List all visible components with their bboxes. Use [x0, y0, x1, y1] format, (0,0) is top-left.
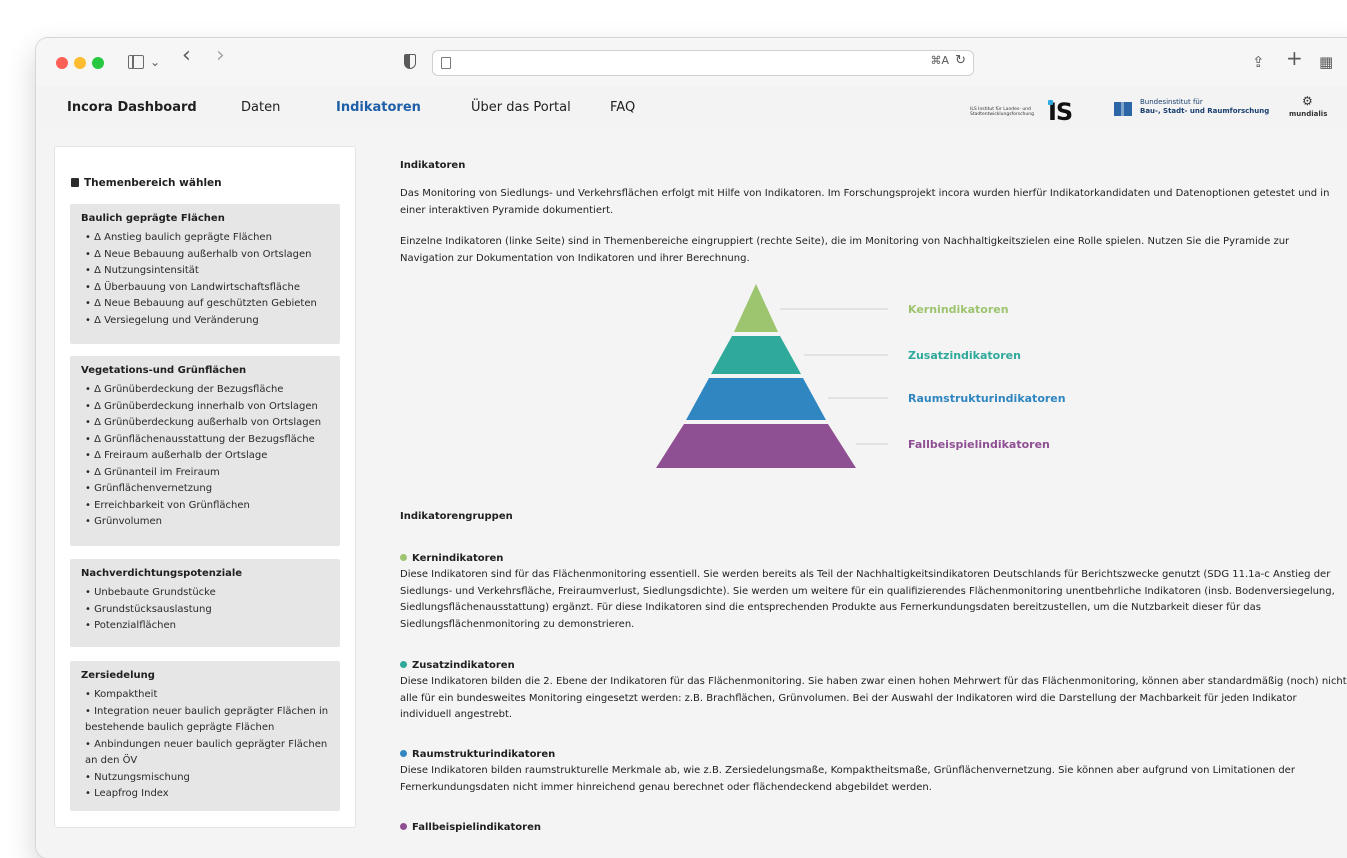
bbsr-logo-text: Bundesinstitut für Bau-, Stadt- und Raum… — [1140, 98, 1269, 116]
theme-group-nachverdichtung: Nachverdichtungspotenziale Unbebaute Gru… — [70, 559, 340, 647]
mundialis-logo-text: mundialis — [1289, 110, 1328, 118]
brand-link[interactable]: Incora Dashboard — [67, 100, 197, 115]
bbsr-line2: Bau-, Stadt- und Raumforschung — [1140, 107, 1270, 115]
group-title-zusatz: Zusatzindikatoren — [400, 660, 515, 671]
svg-text:Raumstrukturindikatoren: Raumstrukturindikatoren — [908, 392, 1066, 405]
group-title-text: Zusatzindikatoren — [412, 660, 515, 671]
indicator-link[interactable]: Δ Versiegelung und Veränderung — [85, 313, 340, 330]
reload-icon[interactable]: ↻ — [955, 53, 966, 68]
status-dot — [400, 750, 407, 757]
indicator-link[interactable]: Potenzialflächen — [85, 618, 340, 635]
pyramid-level-kern[interactable]: Kernindikatoren — [734, 284, 1009, 332]
indicator-link[interactable]: Δ Überbauung von Landwirtschaftsfläche — [85, 280, 340, 297]
svg-text:Fallbeispielindikatoren: Fallbeispielindikatoren — [908, 438, 1050, 451]
indicator-link[interactable]: Δ Anstieg baulich geprägte Flächen — [85, 230, 340, 247]
indicator-link[interactable]: Δ Grünüberdeckung innerhalb von Ortslage… — [85, 399, 340, 416]
group-description-zusatz: Diese Indikatoren bilden die 2. Ebene de… — [400, 676, 1347, 720]
theme-group-title[interactable]: Zersiedelung — [70, 661, 340, 681]
group-description-raumstruktur: Diese Indikatoren bilden raumstrukturell… — [400, 765, 1295, 793]
close-window-button[interactable] — [56, 57, 68, 69]
page-content: Themenbereich wählen Baulich geprägte Fl… — [36, 130, 1347, 858]
group-title-kern: Kernindikatoren — [400, 553, 503, 564]
shield-icon[interactable] — [404, 54, 416, 69]
indicator-groups-heading: Indikatorengruppen — [400, 511, 513, 522]
theme-group-baulich: Baulich geprägte Flächen Δ Anstieg bauli… — [70, 204, 340, 344]
group-title-text: Kernindikatoren — [412, 553, 504, 564]
svg-text:Kernindikatoren: Kernindikatoren — [908, 303, 1009, 316]
theme-group-gruenflaechen: Vegetations-und Grünflächen Δ Grünüberde… — [70, 356, 340, 546]
theme-sidebar: Themenbereich wählen Baulich geprägte Fl… — [54, 146, 356, 828]
bbsr-line1: Bundesinstitut für — [1140, 98, 1203, 106]
intro-paragraph: Das Monitoring von Siedlungs- und Verkeh… — [400, 188, 1330, 216]
indicator-link[interactable]: Anbindungen neuer baulich geprägter Fläc… — [70, 737, 330, 770]
zoom-window-button[interactable] — [92, 57, 104, 69]
indicator-link[interactable]: Erreichbarkeit von Grünflächen — [85, 498, 340, 515]
nav-faq[interactable]: FAQ — [610, 100, 635, 115]
indicator-link[interactable]: Grünflächenvernetzung — [85, 481, 340, 498]
indicator-link[interactable]: Integration neuer baulich geprägter Fläc… — [70, 704, 330, 737]
group-title-raumstruktur: Raumstrukturindikatoren — [400, 749, 555, 760]
svg-text:Zusatzindikatoren: Zusatzindikatoren — [908, 349, 1021, 362]
status-dot — [400, 661, 407, 668]
sidebar-icon[interactable] — [128, 55, 144, 69]
book-icon — [71, 178, 79, 187]
share-icon[interactable]: ⇪ — [1252, 52, 1265, 72]
group-title-text: Fallbeispielindikatoren — [412, 822, 541, 833]
indicator-pyramid: Kernindikatoren Zusatzindikatoren Raumst… — [656, 284, 1066, 468]
theme-group-title[interactable]: Baulich geprägte Flächen — [70, 204, 340, 224]
indicator-link[interactable]: Grünvolumen — [85, 514, 340, 531]
pyramid-level-raumstruktur[interactable]: Raumstrukturindikatoren — [686, 378, 1066, 420]
indicator-link[interactable]: Leapfrog Index — [85, 786, 340, 803]
sidebar-title: Themenbereich wählen — [71, 177, 222, 189]
minimize-window-button[interactable] — [74, 57, 86, 69]
main-content: Indikatoren Das Monitoring von Siedlungs… — [382, 130, 1347, 858]
sidebar-title-text: Themenbereich wählen — [84, 177, 222, 189]
indicator-link[interactable]: Nutzungsmischung — [85, 770, 340, 787]
forward-icon[interactable]: › — [216, 45, 225, 67]
pyramid-level-fallbeispiel[interactable]: Fallbeispielindikatoren — [656, 424, 1050, 468]
indicator-link[interactable]: Δ Grünüberdeckung der Bezugsfläche — [85, 382, 340, 399]
theme-group-title[interactable]: Vegetations-und Grünflächen — [70, 356, 340, 376]
group-title-text: Raumstrukturindikatoren — [412, 749, 556, 760]
group-title-fallbeispiel: Fallbeispielindikatoren — [400, 822, 541, 833]
translate-icon[interactable]: ⌘A — [930, 54, 949, 67]
new-tab-icon[interactable]: + — [1286, 48, 1303, 68]
status-dot — [400, 554, 407, 561]
navigation-paragraph: Einzelne Indikatoren (linke Seite) sind … — [400, 236, 1290, 264]
indicator-link[interactable]: Unbebaute Grundstücke — [85, 585, 340, 602]
nav-indikatoren[interactable]: Indikatoren — [336, 100, 421, 115]
indicator-link[interactable]: Δ Grünanteil im Freiraum — [85, 465, 340, 482]
status-dot — [400, 823, 407, 830]
indicator-link[interactable]: Δ Freiraum außerhalb der Ortslage — [85, 448, 340, 465]
bbsr-logo[interactable] — [1114, 102, 1132, 116]
pyramid-level-zusatz[interactable]: Zusatzindikatoren — [711, 336, 1021, 374]
indicator-link[interactable]: Grundstücksauslastung — [85, 602, 340, 619]
indicator-link[interactable]: Kompaktheit — [85, 687, 340, 704]
mundialis-logo[interactable]: ⚙ — [1302, 94, 1313, 108]
page-title: Indikatoren — [400, 160, 466, 171]
chevron-down-icon[interactable]: ⌄ — [150, 52, 160, 72]
indicator-link[interactable]: Δ Nutzungsintensität — [85, 263, 340, 280]
nav-ueber-das-portal[interactable]: Über das Portal — [471, 100, 571, 115]
indicator-link[interactable]: Δ Grünüberdeckung außerhalb von Ortslage… — [85, 415, 340, 432]
theme-group-zersiedelung: Zersiedelung Kompaktheit Integration neu… — [70, 661, 340, 811]
ils-logo-text: ILS Institut für Landes- und Stadtentwic… — [970, 107, 1034, 117]
browser-toolbar: ⌄ ‹ › ⌘A ↻ ⇪ + ▦ — [36, 38, 1347, 87]
ils-logo[interactable]: IS — [1048, 98, 1073, 126]
theme-group-title[interactable]: Nachverdichtungspotenziale — [70, 559, 340, 579]
indicator-link[interactable]: Δ Neue Bebauung außerhalb von Ortslagen — [85, 247, 340, 264]
indicator-link[interactable]: Δ Neue Bebauung auf geschützten Gebieten — [85, 296, 340, 313]
page-icon — [441, 57, 451, 69]
browser-window: ⌄ ‹ › ⌘A ↻ ⇪ + ▦ Incora Dashboard Daten … — [36, 38, 1347, 858]
back-icon[interactable]: ‹ — [182, 45, 191, 67]
nav-daten[interactable]: Daten — [241, 100, 280, 115]
indicator-link[interactable]: Δ Grünflächenausstattung der Bezugsfläch… — [85, 432, 340, 449]
address-bar[interactable]: ⌘A ↻ — [432, 50, 974, 76]
tab-overview-icon[interactable]: ▦ — [1319, 52, 1333, 72]
site-navigation: Incora Dashboard Daten Indikatoren Über … — [36, 86, 1347, 131]
group-description-kern: Diese Indikatoren sind für das Flächenmo… — [400, 569, 1335, 630]
